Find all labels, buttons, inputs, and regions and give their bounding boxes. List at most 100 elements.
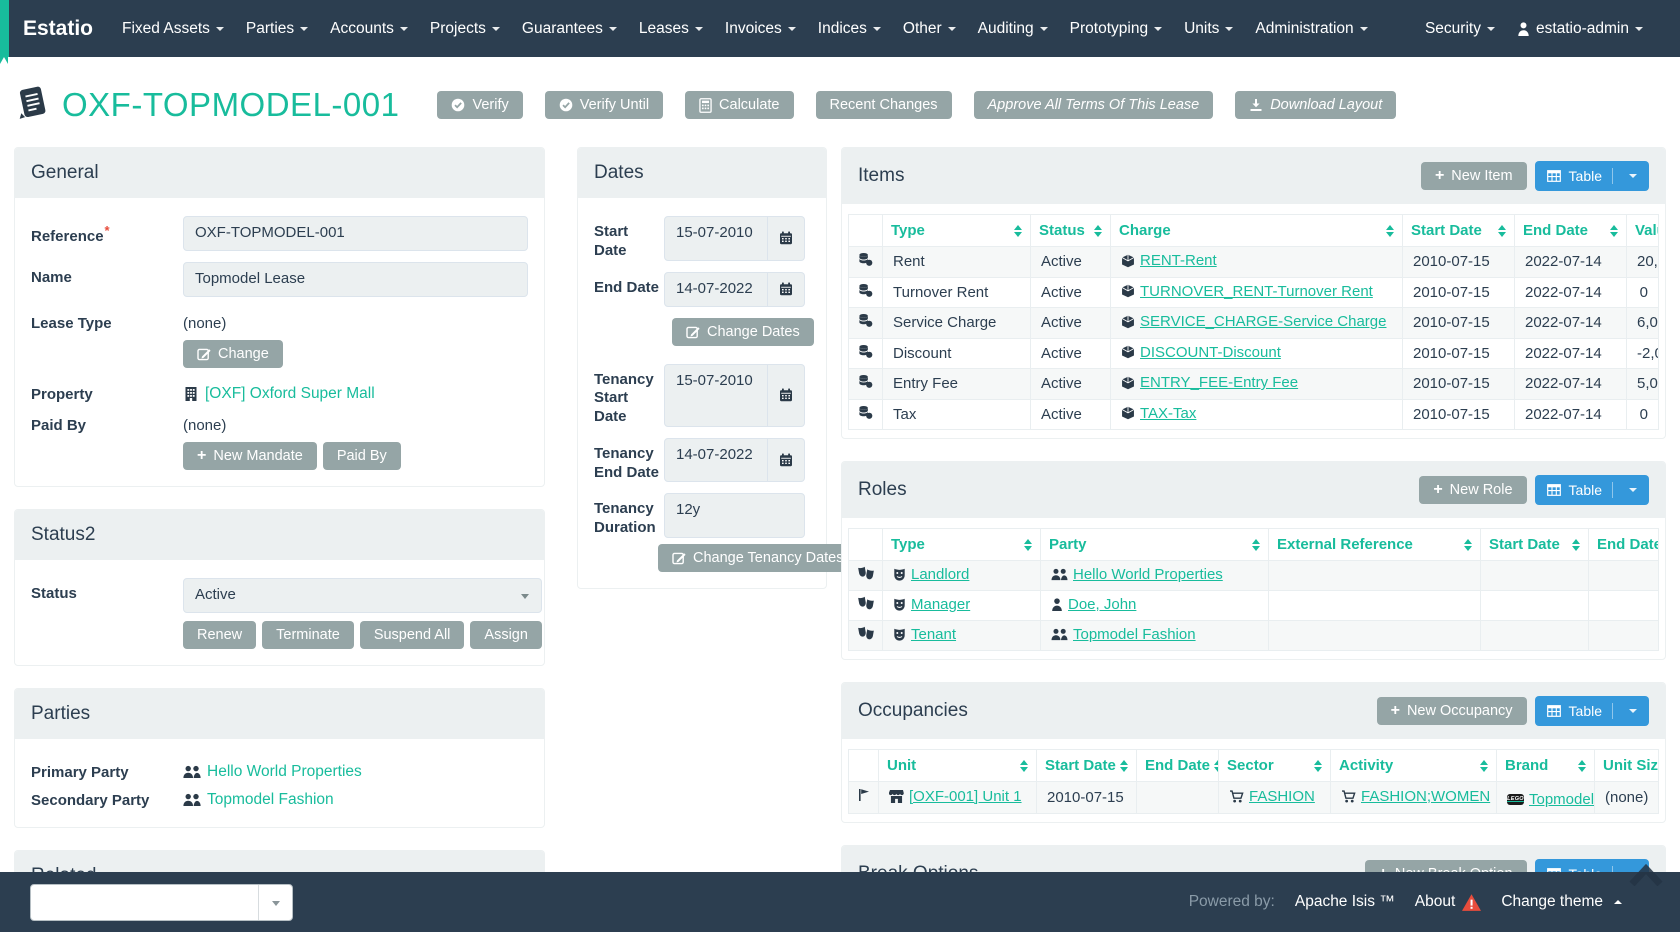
sort-icon	[1498, 225, 1506, 237]
new-role-button[interactable]: New Role	[1419, 476, 1526, 504]
charge-link[interactable]: ENTRY_FEE-Entry Fee	[1121, 374, 1298, 391]
new-mandate-button[interactable]: New Mandate	[183, 442, 317, 470]
chevron-down-icon	[272, 901, 280, 906]
role-type-link[interactable]: Manager	[893, 596, 970, 613]
end-date-input[interactable]: 14-07-2022	[664, 272, 768, 307]
column-header-unit-size[interactable]: Unit Size	[1595, 750, 1659, 782]
column-header-status[interactable]: Status	[1031, 215, 1111, 247]
occupancies-table-view-button[interactable]: Table	[1535, 696, 1649, 726]
menu-other[interactable]: Other	[892, 0, 967, 57]
charge-link[interactable]: DISCOUNT-Discount	[1121, 344, 1281, 361]
property-link[interactable]: [OXF] Oxford Super Mall	[183, 379, 375, 403]
apache-isis-link[interactable]: Apache Isis ™	[1295, 893, 1395, 911]
approve-all-terms-button[interactable]: Approve All Terms Of This Lease	[974, 91, 1214, 119]
about-link[interactable]: About	[1415, 893, 1482, 911]
role-party-link[interactable]: Topmodel Fashion	[1051, 626, 1196, 643]
assign-button[interactable]: Assign	[470, 621, 542, 649]
paid-by-button[interactable]: Paid By	[323, 442, 401, 470]
menu-auditing[interactable]: Auditing	[967, 0, 1059, 57]
status-select[interactable]: Active	[183, 578, 542, 613]
change-lease-type-button[interactable]: Change	[183, 340, 283, 368]
activity-link[interactable]: FASHION;WOMEN	[1341, 788, 1490, 805]
user-menu[interactable]: estatio-admin	[1506, 0, 1654, 57]
unit-link[interactable]: [OXF-001] Unit 1	[889, 788, 1022, 805]
column-header-end-date[interactable]: End Date	[1137, 750, 1219, 782]
new-item-button[interactable]: New Item	[1421, 162, 1527, 190]
menu-parties[interactable]: Parties	[235, 0, 319, 57]
sector-link[interactable]: FASHION	[1229, 788, 1315, 805]
money-icon	[858, 252, 873, 267]
calendar-button[interactable]	[768, 216, 805, 261]
new-occupancy-button[interactable]: New Occupancy	[1377, 697, 1527, 725]
cart-icon	[1229, 790, 1244, 803]
menu-prototyping[interactable]: Prototyping	[1059, 0, 1173, 57]
column-header-end-date[interactable]: End Date	[1589, 529, 1659, 561]
brand-logo[interactable]: Estatio	[9, 17, 111, 41]
column-header-sector[interactable]: Sector	[1219, 750, 1331, 782]
chevron-down-icon	[1629, 174, 1637, 178]
column-header-party[interactable]: Party	[1041, 529, 1269, 561]
column-header-start-date[interactable]: Start Date	[1403, 215, 1515, 247]
calendar-button[interactable]	[768, 364, 805, 427]
menu-units[interactable]: Units	[1173, 0, 1244, 57]
menu-security[interactable]: Security	[1414, 0, 1506, 57]
suspend-all-button[interactable]: Suspend All	[360, 621, 465, 649]
renew-button[interactable]: Renew	[183, 621, 256, 649]
column-header-activity[interactable]: Activity	[1331, 750, 1497, 782]
menu-fixed-assets[interactable]: Fixed Assets	[111, 0, 235, 57]
start-date-input[interactable]: 15-07-2010	[664, 216, 768, 261]
primary-party-link[interactable]: Hello World Properties	[183, 757, 362, 781]
column-header-brand[interactable]: Brand	[1497, 750, 1595, 782]
calendar-button[interactable]	[768, 272, 805, 307]
chevron-down-icon	[1487, 27, 1495, 31]
name-input[interactable]: Topmodel Lease	[183, 262, 528, 297]
terminate-button[interactable]: Terminate	[262, 621, 354, 649]
role-party-link[interactable]: Doe, John	[1051, 596, 1136, 613]
column-header-start-date[interactable]: Start Date	[1037, 750, 1137, 782]
column-header-end-date[interactable]: End Date	[1515, 215, 1627, 247]
menu-guarantees[interactable]: Guarantees	[511, 0, 628, 57]
menu-accounts[interactable]: Accounts	[319, 0, 419, 57]
menu-projects[interactable]: Projects	[419, 0, 511, 57]
tenancy-start-date-input[interactable]: 15-07-2010	[664, 364, 768, 427]
charge-link[interactable]: SERVICE_CHARGE-Service Charge	[1121, 313, 1386, 330]
verify-until-button[interactable]: Verify Until	[545, 91, 663, 119]
menu-leases[interactable]: Leases	[628, 0, 714, 57]
role-party-link[interactable]: Hello World Properties	[1051, 566, 1223, 583]
verify-button[interactable]: Verify	[437, 91, 522, 119]
change-theme-link[interactable]: Change theme	[1501, 893, 1622, 911]
change-tenancy-dates-button[interactable]: Change Tenancy Dates	[658, 544, 857, 572]
charge-link[interactable]: RENT-Rent	[1121, 252, 1217, 269]
footer-combobox[interactable]	[30, 884, 293, 921]
secondary-party-link[interactable]: Topmodel Fashion	[183, 785, 334, 809]
column-header-charge[interactable]: Charge	[1111, 215, 1403, 247]
charge-link[interactable]: TAX-Tax	[1121, 405, 1196, 422]
menu-administration[interactable]: Administration	[1244, 0, 1378, 57]
money-icon	[858, 283, 873, 298]
role-type-link[interactable]: Tenant	[893, 626, 956, 643]
brand-link[interactable]: LEGOTopmodel	[1507, 791, 1594, 808]
calendar-button[interactable]	[768, 438, 805, 483]
column-header-value[interactable]: Value	[1627, 215, 1659, 247]
column-header-type[interactable]: Type	[883, 215, 1031, 247]
roles-table-view-button[interactable]: Table	[1535, 475, 1649, 505]
menu-invoices[interactable]: Invoices	[714, 0, 807, 57]
column-header-external-reference[interactable]: External Reference	[1269, 529, 1481, 561]
download-layout-button[interactable]: Download Layout	[1235, 91, 1396, 119]
column-header-start-date[interactable]: Start Date	[1481, 529, 1589, 561]
calculate-button[interactable]: Calculate	[685, 91, 793, 119]
role-type-link[interactable]: Landlord	[893, 566, 969, 583]
menu-indices[interactable]: Indices	[807, 0, 892, 57]
change-dates-button[interactable]: Change Dates	[672, 318, 814, 346]
chevron-down-icon	[873, 27, 881, 31]
tenancy-duration-input[interactable]: 12y	[664, 493, 805, 538]
scroll-to-top-icon[interactable]	[1628, 864, 1664, 890]
column-header-unit[interactable]: Unit	[879, 750, 1037, 782]
recent-changes-button[interactable]: Recent Changes	[816, 91, 952, 119]
column-header-type[interactable]: Type	[883, 529, 1041, 561]
charge-link[interactable]: TURNOVER_RENT-Turnover Rent	[1121, 283, 1373, 300]
items-table-view-button[interactable]: Table	[1535, 161, 1649, 191]
reference-input[interactable]: OXF-TOPMODEL-001	[183, 216, 528, 251]
sort-icon	[1386, 225, 1394, 237]
tenancy-end-date-input[interactable]: 14-07-2022	[664, 438, 768, 483]
